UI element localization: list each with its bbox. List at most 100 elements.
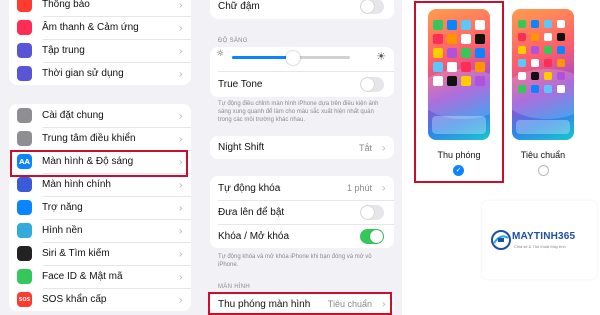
raise-to-wake-label: Đưa lên để bật [218, 206, 285, 218]
app-icon [531, 33, 539, 41]
watermark: MAYTINH365 Chia sẻ & Thủ thuật Máy tính [482, 201, 597, 279]
auto-lock-value: 1 phút [346, 183, 372, 193]
app-icon [531, 46, 539, 54]
app-icon [557, 20, 565, 28]
app-icon [557, 85, 565, 93]
face-id-icon [17, 269, 32, 284]
app-icon [531, 85, 539, 93]
night-shift-row[interactable]: Night Shift Tắt › [210, 136, 394, 159]
app-icon [518, 33, 526, 41]
true-tone-row[interactable]: True Tone [210, 71, 394, 97]
lock-unlock-toggle[interactable] [360, 228, 384, 244]
app-icon [531, 59, 539, 67]
chevron-right-icon: › [178, 201, 183, 214]
standard-radio-icon[interactable] [538, 165, 549, 176]
app-icon [544, 33, 552, 41]
settings-item-sos[interactable]: SOS SOS khẩn cấp › [9, 288, 191, 311]
settings-item-label: Trợ năng [42, 202, 83, 213]
display-brightness-page: Chữ đậm ĐỘ SÁNG ☼ ☀ True Tone Tự động đi… [197, 0, 402, 315]
chevron-right-icon: › [178, 67, 183, 80]
settings-item-label: SOS khẩn cấp [42, 294, 107, 305]
raise-to-wake-toggle[interactable] [360, 204, 384, 220]
sun-small-icon: ☼ [216, 49, 225, 59]
settings-group-general: Cài đặt chung › Trung tâm điều khiển › AA Màn… [9, 104, 191, 311]
standard-preview-phone[interactable] [512, 9, 574, 140]
settings-item-wallpaper[interactable]: Hình nền › [9, 219, 191, 242]
settings-item-speaker[interactable]: Âm thanh & Cảm ứng › [9, 16, 191, 39]
settings-item-moon[interactable]: Tập trung › [9, 39, 191, 62]
settings-item-accessibility[interactable]: Trợ năng › [9, 196, 191, 219]
app-icon [544, 59, 552, 67]
brightness-slider-row[interactable]: ☼ ☀ [210, 47, 394, 71]
app-icon [518, 59, 526, 67]
brightness-slider[interactable] [232, 51, 350, 65]
settings-item-siri[interactable]: Siri & Tìm kiếm › [9, 242, 191, 265]
hourglass-icon [17, 66, 32, 81]
bold-text-group: Chữ đậm [210, 0, 394, 19]
display-zoom-header: MÀN HÌNH [218, 284, 251, 290]
app-icon [557, 46, 565, 54]
chevron-right-icon: › [178, 270, 183, 283]
raise-to-wake-row[interactable]: Đưa lên để bật [210, 200, 394, 224]
dock [516, 120, 570, 134]
chevron-right-icon: › [381, 141, 386, 154]
app-icon [544, 72, 552, 80]
settings-item-face-id[interactable]: Face ID & Mật mã › [9, 265, 191, 288]
settings-item-label: Thời gian sử dụng [42, 68, 124, 79]
app-icon [544, 85, 552, 93]
settings-item-bell[interactable]: Thông báo › [9, 0, 191, 16]
accessibility-icon [17, 200, 32, 215]
chevron-right-icon: › [178, 109, 183, 122]
auto-lock-row[interactable]: Tự động khóa 1 phút › [210, 176, 394, 200]
settings-group-notifications: Thông báo › Âm thanh & Cảm ứng › Tập trung › T… [9, 0, 191, 85]
chevron-right-icon: › [178, 224, 183, 237]
brightness-group: ☼ ☀ True Tone [210, 47, 394, 97]
watermark-tagline: Chia sẻ & Thủ thuật Máy tính [514, 244, 566, 249]
app-icon [544, 20, 552, 28]
settings-item-label: Cài đặt chung [42, 110, 104, 121]
brightness-slider-thumb[interactable] [286, 51, 301, 65]
app-icon [518, 72, 526, 80]
true-tone-toggle[interactable] [360, 76, 384, 92]
night-shift-group: Night Shift Tắt › [210, 136, 394, 159]
lock-group: Tự động khóa 1 phút › Đưa lên để bật Khó… [210, 176, 394, 248]
lock-unlock-row[interactable]: Khóa / Mở khóa [210, 224, 394, 248]
chevron-right-icon: › [381, 181, 386, 195]
lock-unlock-label: Khóa / Mở khóa [218, 230, 290, 242]
moon-icon [17, 43, 32, 58]
app-icon [518, 20, 526, 28]
night-shift-label: Night Shift [218, 142, 265, 153]
lock-footnote: Tự động khóa và mở khóa iPhone khi bạn đ… [218, 254, 372, 268]
highlight-zoomed-option [414, 1, 504, 183]
control-center-icon [17, 131, 32, 146]
night-shift-value: Tắt [358, 142, 372, 153]
app-icon [557, 33, 565, 41]
bold-text-toggle[interactable] [360, 0, 384, 14]
sos-icon: SOS [17, 292, 32, 307]
highlight-display-zoom [208, 292, 392, 315]
siri-icon [17, 246, 32, 261]
settings-item-label: Màn hình chính [42, 179, 111, 190]
sun-large-icon: ☀ [376, 50, 386, 63]
app-icon [531, 72, 539, 80]
chevron-right-icon: › [178, 178, 183, 191]
app-icon [557, 59, 565, 67]
settings-item-hourglass[interactable]: Thời gian sử dụng › [9, 62, 191, 85]
maytinh365-logo [491, 230, 511, 250]
settings-item-gear[interactable]: Cài đặt chung › [9, 104, 191, 127]
app-icon [557, 72, 565, 80]
settings-item-label: Tập trung [42, 45, 85, 56]
bell-icon [17, 0, 32, 12]
standard-option-label: Tiêu chuẩn [520, 150, 566, 160]
app-icon [531, 20, 539, 28]
settings-item-label: Face ID & Mật mã [42, 271, 123, 282]
app-icon [518, 46, 526, 54]
auto-lock-label: Tự động khóa [218, 182, 281, 194]
true-tone-footnote: Tự động điều chỉnh màn hình iPhone dựa t… [218, 101, 379, 123]
settings-item-label: Trung tâm điều khiển [42, 133, 136, 144]
chevron-right-icon: › [178, 44, 183, 57]
highlight-display-brightness [10, 150, 188, 177]
settings-item-control-center[interactable]: Trung tâm điều khiển › [9, 127, 191, 150]
true-tone-label: True Tone [218, 78, 263, 90]
bold-text-row[interactable]: Chữ đậm [210, 0, 394, 19]
